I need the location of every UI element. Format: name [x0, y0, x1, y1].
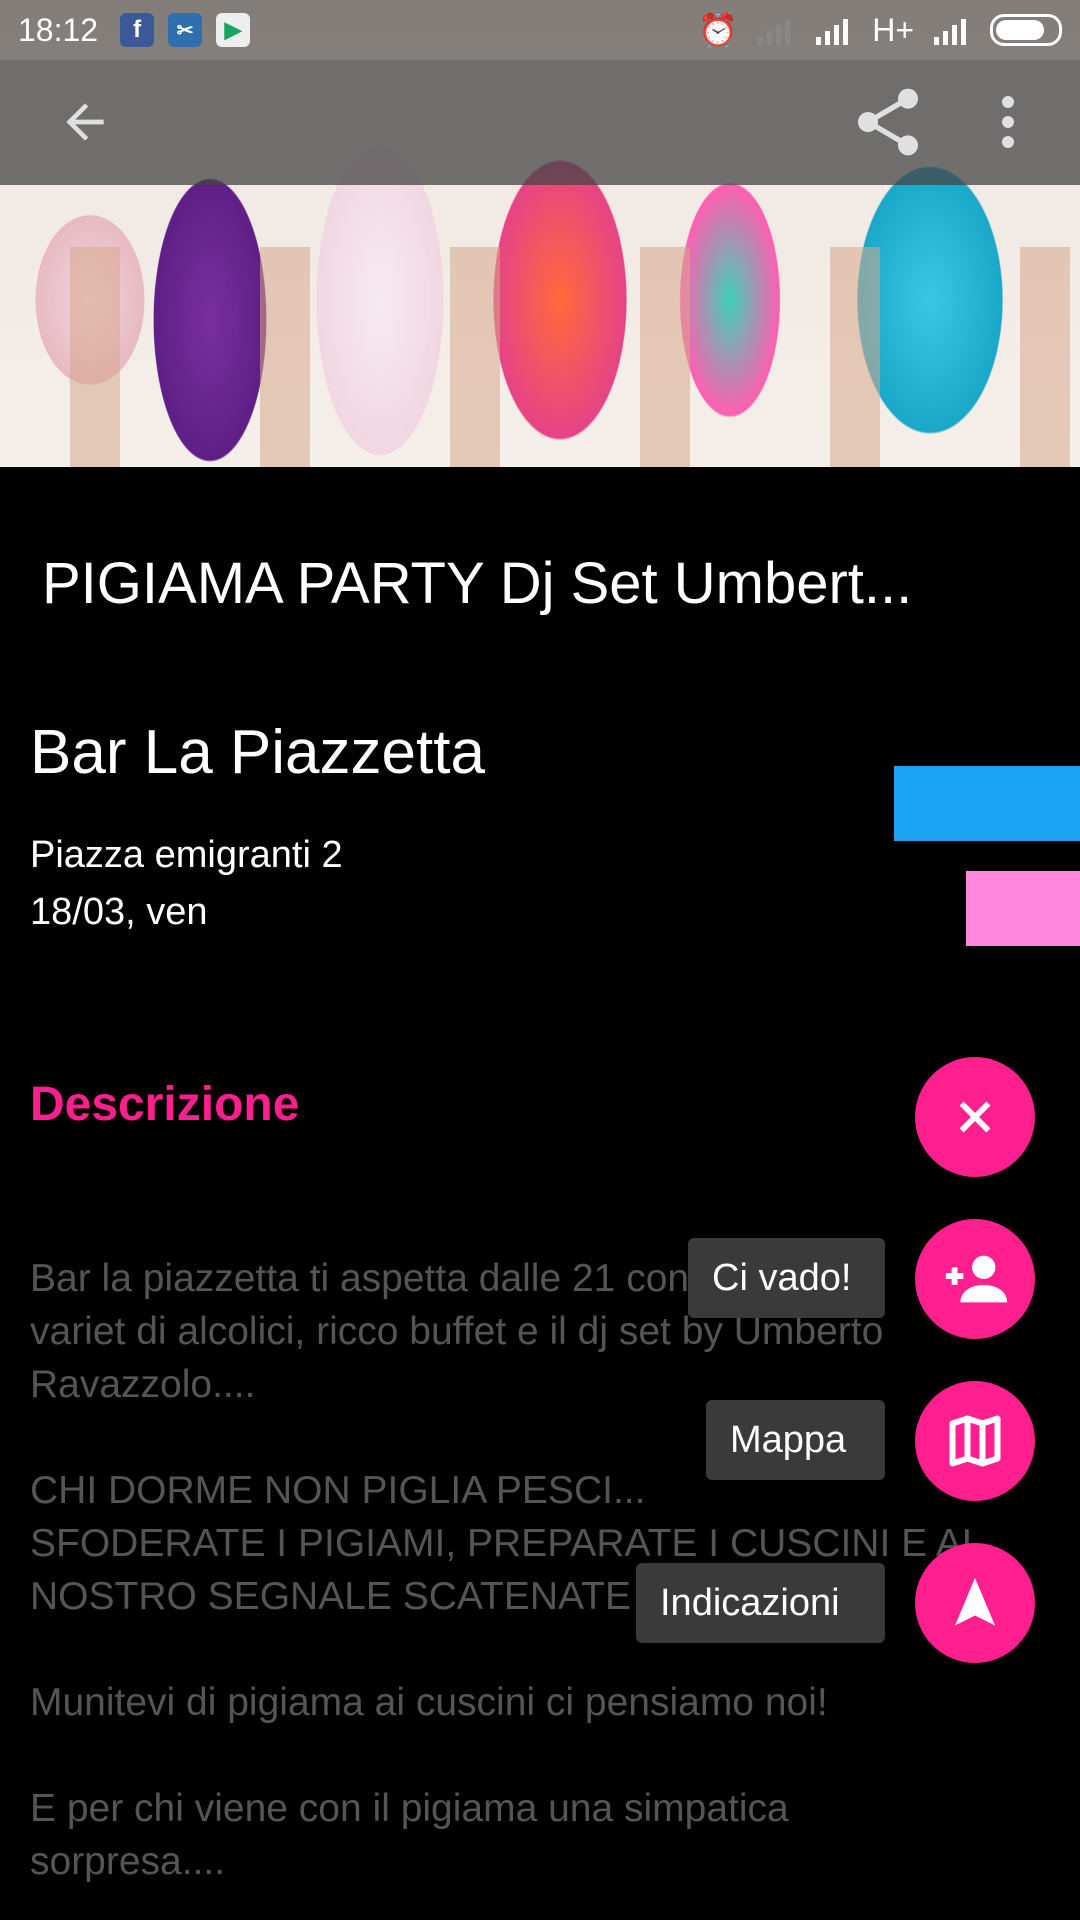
battery-icon: [990, 14, 1062, 46]
signal-icon-3: [934, 19, 966, 45]
back-arrow-icon: [66, 103, 104, 141]
more-vert-icon: [1002, 96, 1014, 148]
app-toolbar: [0, 60, 1080, 185]
play-store-icon: ▶: [216, 13, 251, 47]
event-date: 18/03, ven: [30, 891, 208, 933]
alarm-icon: ⏰: [698, 12, 739, 48]
go-label[interactable]: Ci vado!: [688, 1238, 885, 1318]
status-time: 18:12: [18, 11, 99, 48]
venue-address: Piazza emigranti 2: [30, 834, 343, 876]
signal-icon-2: [816, 19, 849, 45]
description-heading: Descrizione: [30, 1078, 300, 1131]
navigation-icon: [955, 1578, 995, 1626]
signal-icon: [758, 19, 791, 45]
go-fab-button[interactable]: [915, 1219, 1035, 1339]
directions-label[interactable]: Indicazioni: [636, 1563, 885, 1643]
person-add-icon: [945, 1255, 1008, 1303]
pink-category-tag[interactable]: [966, 871, 1080, 946]
cover-image-detail: [0, 247, 1080, 467]
event-title: PIGIAMA PARTY Dj Set Umbert...: [42, 551, 913, 616]
map-label[interactable]: Mappa: [706, 1400, 885, 1480]
status-bar: 18:12 f ✂ ▶ ⏰ H+: [0, 0, 1080, 60]
close-fab-button[interactable]: [915, 1057, 1035, 1177]
description-text: Bar la piazzetta ti aspetta dalle 21 con…: [30, 1257, 984, 1883]
share-button[interactable]: [848, 82, 928, 162]
map-icon: [949, 1415, 1001, 1467]
directions-fab-button[interactable]: [915, 1543, 1035, 1663]
share-icon: [858, 88, 918, 156]
app-icon: ✂: [168, 13, 203, 47]
venue-name: Bar La Piazzetta: [30, 718, 485, 787]
back-button[interactable]: [45, 82, 125, 162]
facebook-icon: f: [120, 13, 155, 47]
map-fab-button[interactable]: [915, 1381, 1035, 1501]
blue-category-tag[interactable]: [894, 766, 1080, 841]
network-type: H+: [872, 11, 914, 48]
overflow-menu-button[interactable]: [968, 82, 1048, 162]
close-icon: [959, 1101, 991, 1133]
